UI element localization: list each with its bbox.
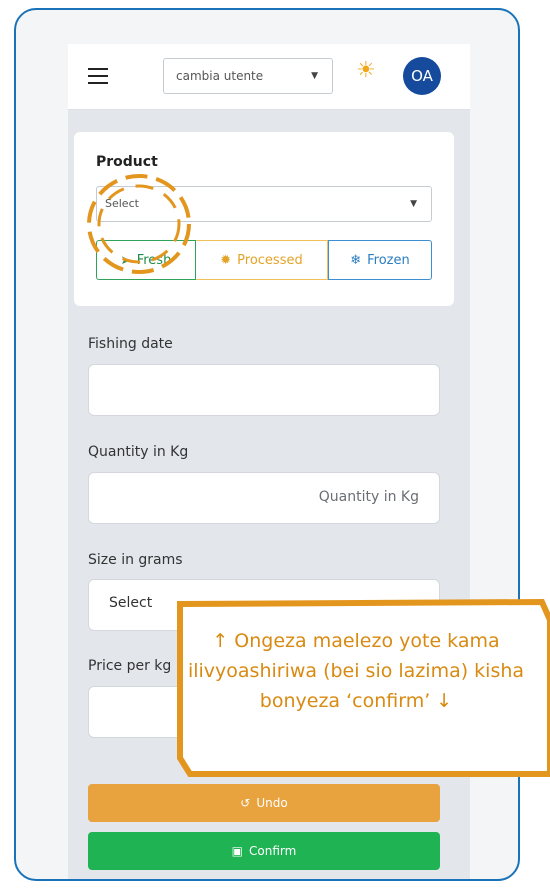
confirm-button[interactable]: ▣ Confirm <box>88 832 440 870</box>
frozen-option[interactable]: ❄ Frozen <box>328 240 432 280</box>
sun-icon[interactable]: ☀ <box>356 60 376 82</box>
chevron-down-icon: ▼ <box>410 199 417 209</box>
processed-label: Processed <box>237 252 303 268</box>
undo-button[interactable]: ↺ Undo <box>88 784 440 822</box>
menu-icon[interactable] <box>88 68 108 84</box>
price-label: Price per kg <box>88 658 172 674</box>
processed-option[interactable]: ✹ Processed <box>196 240 328 280</box>
avatar[interactable]: OA <box>403 57 441 95</box>
undo-label: Undo <box>256 796 288 810</box>
quantity-label: Quantity in Kg <box>88 444 189 460</box>
size-label: Size in grams <box>88 552 183 568</box>
undo-icon: ↺ <box>240 796 251 810</box>
instruction-callout-text: ↑ Ongeza maelezo yote kama ilivyoashiriw… <box>187 630 525 712</box>
fishing-date-label: Fishing date <box>88 336 173 352</box>
user-select-value: cambia utente <box>176 69 264 83</box>
snowflake-icon: ❄ <box>350 252 362 268</box>
fishing-date-input[interactable] <box>88 364 440 416</box>
size-select-value: Select <box>109 595 153 611</box>
quantity-placeholder: Quantity in Kg <box>318 489 419 505</box>
top-bar: cambia utente ▼ ☀ OA <box>68 44 470 110</box>
user-switch-select[interactable]: cambia utente ▼ <box>163 58 333 94</box>
chevron-down-icon: ▼ <box>311 71 318 81</box>
frozen-label: Frozen <box>367 252 410 268</box>
highlight-circle-annotation <box>87 174 191 274</box>
save-icon: ▣ <box>231 844 244 858</box>
quantity-input[interactable]: Quantity in Kg <box>88 472 440 524</box>
gear-icon: ✹ <box>220 252 232 268</box>
confirm-label: Confirm <box>249 844 297 858</box>
